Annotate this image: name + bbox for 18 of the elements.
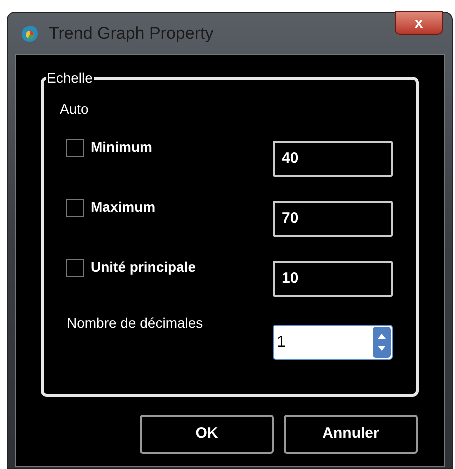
checkbox[interactable]: [66, 198, 84, 216]
window-title: Trend Graph Property: [49, 22, 214, 45]
spin-arrows-icon[interactable]: [372, 326, 392, 359]
checkbox-label: Unité principale: [91, 258, 196, 277]
decimals-spinner[interactable]: 1: [273, 325, 393, 360]
dialog-button[interactable]: OK: [140, 415, 274, 454]
decimals-label: Nombre de décimales: [67, 314, 204, 333]
checkbox[interactable]: [66, 258, 84, 276]
number-field[interactable]: 10: [273, 261, 393, 297]
number-field[interactable]: 40: [273, 141, 393, 177]
close-button[interactable]: x: [395, 11, 443, 35]
number-field[interactable]: 70: [273, 201, 393, 237]
auto-label: Auto: [60, 100, 89, 119]
checkbox-label: Maximum: [91, 198, 156, 217]
checkbox-label: Minimum: [91, 138, 152, 157]
dialog-button[interactable]: Annuler: [284, 415, 418, 454]
app-logo-icon: [21, 24, 39, 42]
checkbox[interactable]: [66, 138, 84, 156]
